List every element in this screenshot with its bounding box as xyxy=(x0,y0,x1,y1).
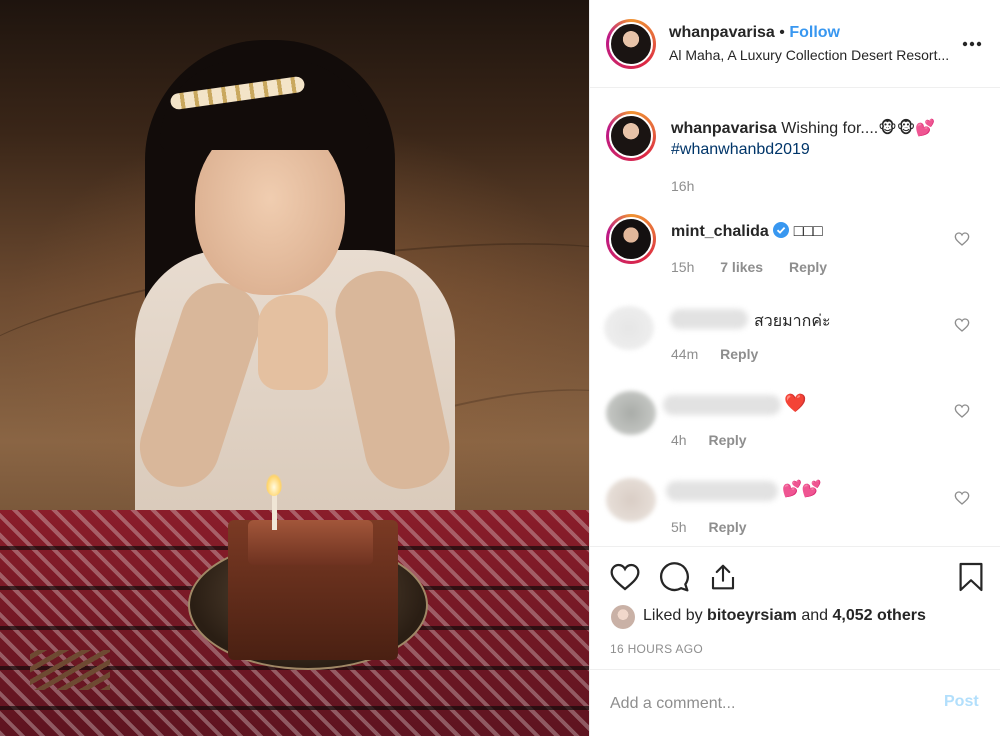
comment-time[interactable]: 5h xyxy=(671,519,687,535)
reply-button[interactable]: Reply xyxy=(708,432,746,448)
comment-bubble-icon[interactable] xyxy=(658,561,690,593)
post-actions: Liked by bitoeyrsiam and 4,052 others 16… xyxy=(590,546,1000,668)
comment-meta: 5h Reply xyxy=(671,519,747,535)
photo-candle xyxy=(272,490,277,530)
more-options-icon-svg xyxy=(962,41,982,47)
caption: whanpavarisa Wishing for....🐵🐵💕 xyxy=(671,118,935,138)
comment-meta: 44m Reply xyxy=(671,346,758,362)
add-comment-input[interactable] xyxy=(610,692,910,716)
comment-text: ❤️ xyxy=(784,393,807,414)
caption-hashtag[interactable]: #whanwhanbd2019 xyxy=(671,141,810,159)
liked-by-and: and xyxy=(801,607,829,624)
comment-text: สวยมากค่ะ xyxy=(754,313,831,330)
post-side-panel: whanpavarisa • Follow Al Maha, A Luxury … xyxy=(589,0,1000,736)
reply-button[interactable]: Reply xyxy=(720,346,758,362)
comment-row: mint_chalida □□□ xyxy=(671,222,823,241)
post-comment-button[interactable]: Post xyxy=(944,693,979,711)
comment-username[interactable]: mint_chalida xyxy=(671,223,769,240)
like-comment-heart-icon[interactable] xyxy=(954,490,970,506)
verified-badge-icon xyxy=(773,222,790,238)
author-avatar[interactable] xyxy=(606,19,656,69)
comment-time[interactable]: 44m xyxy=(671,346,698,362)
photo-clasped-hands xyxy=(258,295,328,390)
photo-candle-flame xyxy=(266,474,282,496)
comment-time[interactable]: 4h xyxy=(671,432,687,448)
liked-by-prefix: Liked by xyxy=(643,607,703,624)
liked-by-avatar[interactable] xyxy=(611,605,635,629)
commenter-avatar[interactable] xyxy=(606,478,656,522)
share-icon[interactable] xyxy=(708,561,738,593)
liked-by-others[interactable]: 4,052 others xyxy=(832,607,925,624)
reply-button[interactable]: Reply xyxy=(789,259,827,275)
caption-text: Wishing for.... xyxy=(781,120,879,137)
like-comment-heart-icon[interactable] xyxy=(954,403,970,419)
caption-author-avatar[interactable] xyxy=(606,111,656,161)
post-photo[interactable] xyxy=(0,0,589,736)
save-bookmark-icon[interactable] xyxy=(958,561,984,593)
photo-cake-top xyxy=(248,520,373,565)
location-link[interactable]: Al Maha, A Luxury Collection Desert Reso… xyxy=(669,47,949,63)
caption-username[interactable]: whanpavarisa xyxy=(671,120,777,137)
photo-cinnamon-sticks xyxy=(30,650,110,690)
separator-dot: • xyxy=(779,24,785,41)
comment-username-blurred[interactable] xyxy=(666,481,778,501)
commenter-avatar[interactable] xyxy=(604,306,654,350)
follow-button[interactable]: Follow xyxy=(789,24,840,41)
caption-time[interactable]: 16h xyxy=(671,178,694,194)
author-line: whanpavarisa • Follow xyxy=(669,24,840,42)
comment-likes[interactable]: 7 likes xyxy=(720,259,763,275)
like-comment-heart-icon[interactable] xyxy=(954,231,970,247)
comment-meta: 15h 7 likes Reply xyxy=(671,259,827,275)
commenter-avatar[interactable] xyxy=(606,391,656,435)
like-heart-icon[interactable] xyxy=(609,561,641,593)
posted-time[interactable]: 16 HOURS AGO xyxy=(610,642,703,656)
commenter-avatar[interactable] xyxy=(606,214,656,264)
comment-time[interactable]: 15h xyxy=(671,259,694,275)
comment-meta: 4h Reply xyxy=(671,432,747,448)
caption-emoji: 🐵🐵💕 xyxy=(878,118,936,137)
comment-text: 💕💕 xyxy=(782,479,822,498)
comment-username-blurred[interactable] xyxy=(663,395,781,415)
add-comment-bar: Post xyxy=(590,669,1000,736)
author-username[interactable]: whanpavarisa xyxy=(669,24,775,41)
more-options-icon[interactable] xyxy=(962,34,982,52)
post-header: whanpavarisa • Follow Al Maha, A Luxury … xyxy=(590,0,1000,88)
comment-text: □□□ xyxy=(793,223,823,240)
like-comment-heart-icon[interactable] xyxy=(954,317,970,333)
comment-username-blurred[interactable] xyxy=(670,309,748,329)
reply-button[interactable]: Reply xyxy=(708,519,746,535)
liked-by-line: Liked by bitoeyrsiam and 4,052 others xyxy=(643,607,926,625)
liked-by-user[interactable]: bitoeyrsiam xyxy=(707,607,797,624)
